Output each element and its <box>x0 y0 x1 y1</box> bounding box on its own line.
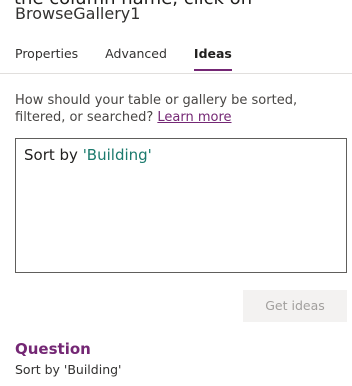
selected-control-name: BrowseGallery1 <box>15 4 141 23</box>
query-prefix: Sort by <box>24 146 83 164</box>
ideas-pane: the column name, click on BrowseGallery1… <box>0 0 352 386</box>
query-column-name: 'Building' <box>82 146 152 164</box>
tab-divider <box>0 73 352 74</box>
tab-properties[interactable]: Properties <box>15 46 78 61</box>
tab-advanced[interactable]: Advanced <box>105 46 167 61</box>
ideas-query-input[interactable]: Sort by 'Building' <box>15 138 347 273</box>
learn-more-link[interactable]: Learn more <box>157 110 231 125</box>
get-ideas-button[interactable]: Get ideas <box>243 290 347 322</box>
question-heading: Question <box>15 340 91 358</box>
tab-ideas[interactable]: Ideas <box>193 46 232 71</box>
property-tabs: Properties Advanced Ideas <box>15 46 259 74</box>
ideas-prompt: How should your table or gallery be sort… <box>15 92 345 126</box>
question-text: Sort by 'Building' <box>15 362 122 377</box>
